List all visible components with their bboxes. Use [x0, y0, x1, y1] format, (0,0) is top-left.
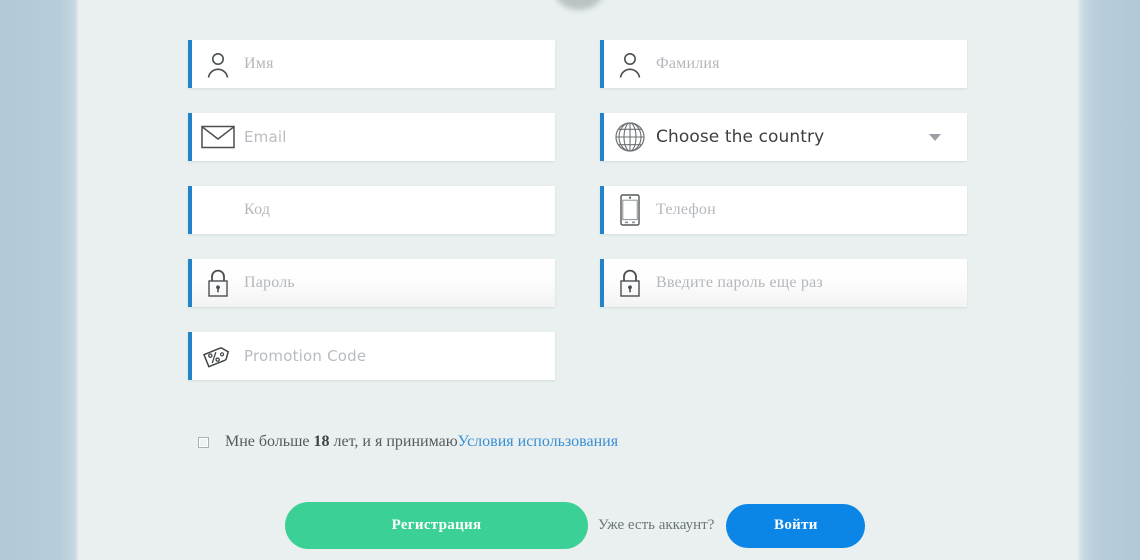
form-actions: Регистрация Уже есть аккаунт? Войти [285, 502, 866, 549]
page-right-edge [1078, 0, 1140, 560]
promo-code-placeholder: Promotion Code [244, 347, 367, 365]
field-accent-bar [188, 259, 192, 307]
terms-label: Мне больше 18 лет, и я принимаюУсловия и… [225, 433, 618, 451]
terms-age: 18 [313, 433, 330, 450]
field-accent-bar [188, 332, 192, 380]
field-accent-bar [600, 113, 604, 161]
email-placeholder: Email [244, 128, 287, 146]
email-field[interactable]: Email [188, 113, 555, 161]
code-field[interactable]: Код [188, 186, 555, 234]
field-accent-bar [188, 113, 192, 161]
terms-text-after: лет, и я принимаю [329, 433, 458, 450]
field-accent-bar [600, 259, 604, 307]
first-name-field[interactable]: Имя [188, 40, 555, 88]
form-row-email-country: Email Choose the country [188, 113, 968, 186]
person-icon [604, 40, 656, 88]
envelope-icon [192, 113, 244, 161]
form-row-name: Имя Фамилия [188, 40, 968, 113]
password-confirm-placeholder: Введите пароль еще раз [656, 274, 823, 291]
form-row-promo: Promotion Code [188, 332, 968, 405]
field-accent-bar [600, 40, 604, 88]
field-accent-bar [188, 40, 192, 88]
chevron-down-icon[interactable] [929, 134, 941, 141]
lock-icon [192, 259, 244, 307]
terms-link[interactable]: Условия использования [458, 433, 618, 450]
last-name-placeholder: Фамилия [656, 55, 720, 72]
form-row-passwords: Пароль Введите пароль еще раз [188, 259, 968, 332]
terms-row: Мне больше 18 лет, и я принимаюУсловия и… [198, 433, 618, 451]
smartphone-icon [604, 186, 656, 234]
terms-checkbox[interactable] [198, 436, 209, 448]
registration-page: Имя Фамилия Email Choose the country Код… [0, 0, 1140, 560]
terms-text-before: Мне больше [225, 433, 314, 450]
country-select-value: Choose the country [656, 127, 825, 147]
register-button[interactable]: Регистрация [285, 502, 588, 549]
lock-icon [604, 259, 656, 307]
globe-icon [604, 113, 656, 161]
price-tag-icon [192, 332, 244, 380]
have-account-label: Уже есть аккаунт? [598, 517, 715, 533]
phone-placeholder: Телефон [656, 201, 716, 218]
password-placeholder: Пароль [244, 274, 295, 291]
phone-field[interactable]: Телефон [600, 186, 967, 234]
password-field[interactable]: Пароль [188, 259, 555, 307]
code-placeholder: Код [244, 201, 271, 218]
password-confirm-field[interactable]: Введите пароль еще раз [600, 259, 967, 307]
country-select[interactable]: Choose the country [600, 113, 967, 161]
promo-code-field[interactable]: Promotion Code [188, 332, 555, 380]
first-name-placeholder: Имя [244, 55, 274, 72]
registration-form: Имя Фамилия Email Choose the country Код… [188, 40, 968, 405]
form-row-code-phone: Код Телефон [188, 186, 968, 259]
person-icon [192, 40, 244, 88]
login-button[interactable]: Войти [726, 503, 866, 548]
field-accent-bar [188, 186, 192, 234]
last-name-field[interactable]: Фамилия [600, 40, 967, 88]
field-accent-bar [600, 186, 604, 234]
